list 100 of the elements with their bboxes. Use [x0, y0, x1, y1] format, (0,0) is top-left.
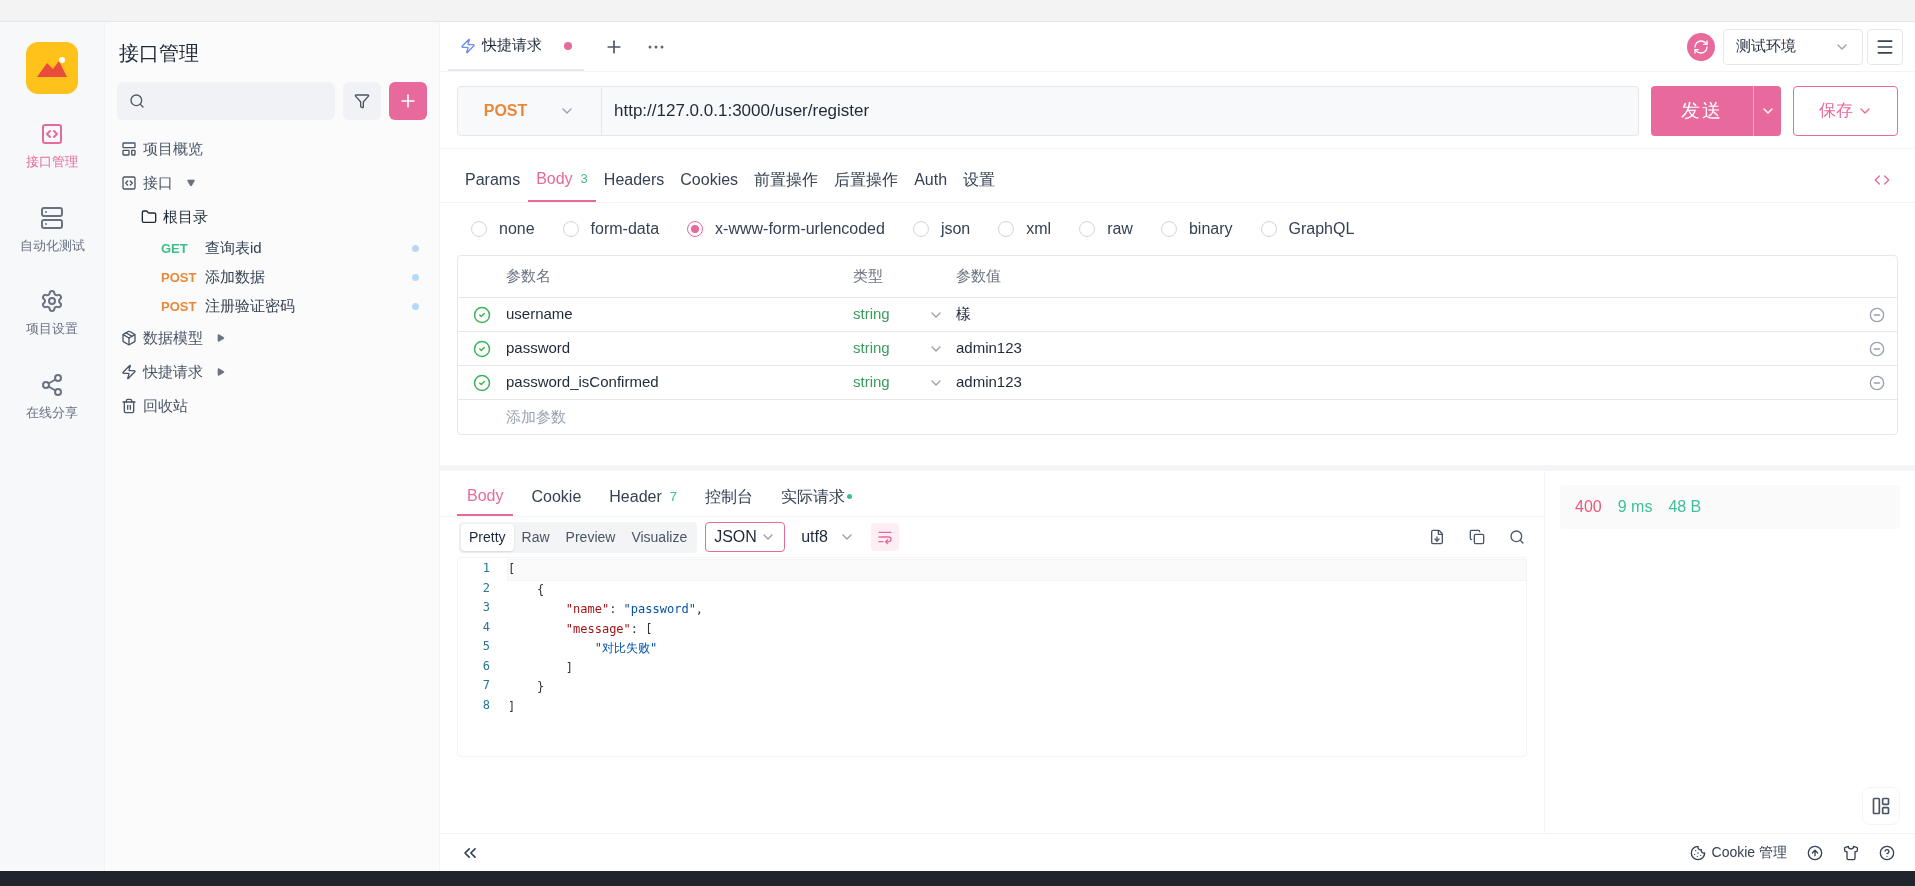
response-tab[interactable]: Cookie: [521, 477, 592, 516]
tree-item[interactable]: 项目概览: [117, 132, 427, 166]
response-tab[interactable]: 控制台: [695, 477, 763, 516]
request-tab[interactable]: Headers: [595, 157, 673, 202]
tree-item[interactable]: 数据模型: [117, 321, 427, 355]
rail-item[interactable]: 项目设置: [26, 289, 78, 339]
upload-icon[interactable]: [1807, 844, 1823, 861]
sync-button[interactable]: [1687, 32, 1715, 61]
type-select[interactable]: string: [853, 303, 956, 326]
layout-button[interactable]: [1862, 787, 1900, 825]
format-select[interactable]: JSON: [705, 522, 786, 552]
line-number: 3: [481, 599, 490, 616]
status-code: 400: [1575, 497, 1602, 517]
cookie-icon: [1689, 844, 1706, 861]
view-mode-tab[interactable]: Preview: [557, 523, 624, 551]
bolt-icon: [460, 37, 476, 54]
refresh-icon: [1693, 38, 1709, 55]
remove-icon[interactable]: [1869, 374, 1885, 391]
view-mode-tab[interactable]: Raw: [513, 523, 558, 551]
response-time: 9 ms: [1617, 497, 1653, 517]
share-icon: [40, 372, 64, 397]
request-tab[interactable]: Params: [457, 157, 529, 202]
param-name: password: [506, 338, 572, 359]
copy-icon[interactable]: [1469, 529, 1485, 545]
caret-icon: [187, 179, 195, 187]
add-button[interactable]: [389, 82, 427, 120]
remove-icon[interactable]: [1869, 306, 1885, 323]
tree-item[interactable]: 接口: [117, 166, 427, 200]
body-type-label[interactable]: none: [499, 217, 535, 241]
request-tab[interactable]: Cookies: [672, 157, 747, 202]
download-icon[interactable]: [1429, 529, 1445, 545]
bolt-icon: [121, 364, 137, 380]
request-tab[interactable]: 设置: [955, 157, 1004, 202]
type-select[interactable]: string: [853, 337, 956, 360]
shirt-icon[interactable]: [1843, 844, 1859, 861]
body-type-label[interactable]: x-www-form-urlencoded: [715, 217, 885, 241]
search-field[interactable]: [117, 82, 335, 120]
body-type-label[interactable]: raw: [1107, 217, 1133, 241]
tree-item[interactable]: 快捷请求: [117, 355, 427, 389]
column-header: 类型: [853, 266, 884, 287]
request-tab[interactable]: Auth: [906, 157, 956, 202]
line-number: 1: [481, 560, 490, 577]
wrap-icon: [877, 529, 894, 545]
api-item[interactable]: POST 注册验证密码: [117, 292, 427, 321]
request-tab[interactable]: 后置操作: [826, 157, 907, 202]
rail-item[interactable]: 自动化测试: [19, 205, 85, 255]
wrap-button[interactable]: [871, 523, 900, 551]
tree-item[interactable]: 根目录: [117, 200, 427, 234]
checked-icon[interactable]: [473, 373, 491, 392]
code-line: ]: [508, 698, 517, 716]
cookie-manager-link[interactable]: Cookie 管理: [1689, 842, 1787, 863]
api-item[interactable]: POST 添加数据: [117, 263, 427, 292]
body-type-label[interactable]: xml: [1026, 217, 1052, 241]
url-field[interactable]: http://127.0.0.1:3000/user/register: [602, 86, 1639, 136]
param-value: admin123: [956, 338, 1023, 359]
tree-item[interactable]: 回收站: [117, 389, 427, 423]
remove-icon[interactable]: [1869, 340, 1885, 357]
code-line: "对比失败": [593, 640, 659, 657]
param-value: 樣: [956, 304, 972, 325]
api-item[interactable]: GET 查询表id: [117, 234, 427, 263]
type-select[interactable]: string: [853, 371, 956, 394]
code-line: }: [535, 679, 546, 696]
folder-icon: [141, 209, 157, 225]
response-tab[interactable]: 实际请求: [771, 477, 862, 516]
view-mode-tab[interactable]: Pretty: [461, 523, 514, 551]
view-mode-tab[interactable]: Visualize: [623, 523, 696, 551]
line-number: 4: [481, 618, 490, 636]
environment-select[interactable]: 测试环境: [1723, 28, 1863, 65]
column-header: 参数名: [505, 266, 552, 287]
response-size: 48 B: [1668, 497, 1702, 517]
response-tab[interactable]: Header 7: [599, 477, 687, 516]
menu-button[interactable]: [1867, 28, 1903, 65]
code-line: "name": "password",: [564, 601, 705, 618]
search-icon: [129, 93, 145, 109]
column-header: 参数值: [956, 266, 1001, 287]
checked-icon[interactable]: [473, 305, 491, 324]
filter-icon: [354, 93, 370, 109]
cube-icon: [121, 330, 137, 346]
code-editor[interactable]: 1 2 3 4 5 6 7 8 [ { "name": "password", "message": [ "对比失败" ] } ]: [457, 557, 1527, 757]
filter-button[interactable]: [343, 82, 381, 120]
checked-icon[interactable]: [473, 339, 491, 358]
rail-item[interactable]: 在线分享: [26, 372, 78, 422]
gear-icon: [40, 289, 64, 313]
body-type-label[interactable]: form-data: [590, 217, 660, 241]
api-name: 查询表id: [205, 238, 263, 259]
code-icon: [40, 122, 64, 146]
line-number: 7: [481, 677, 490, 694]
code-line: "message": [: [564, 620, 654, 638]
caret-icon: [217, 334, 225, 342]
layout-icon: [1871, 796, 1891, 816]
search-icon[interactable]: [1509, 529, 1525, 545]
body-type-label[interactable]: GraphQL: [1288, 217, 1355, 241]
code-line: {: [535, 581, 546, 599]
encoding-select[interactable]: utf8: [793, 522, 864, 552]
body-type-label[interactable]: binary: [1188, 217, 1233, 241]
body-type-label[interactable]: json: [940, 217, 971, 241]
caret-icon: [217, 368, 225, 376]
api-name: 注册验证密码: [205, 296, 296, 317]
request-tab[interactable]: 前置操作: [746, 157, 827, 202]
help-icon[interactable]: [1879, 844, 1895, 861]
